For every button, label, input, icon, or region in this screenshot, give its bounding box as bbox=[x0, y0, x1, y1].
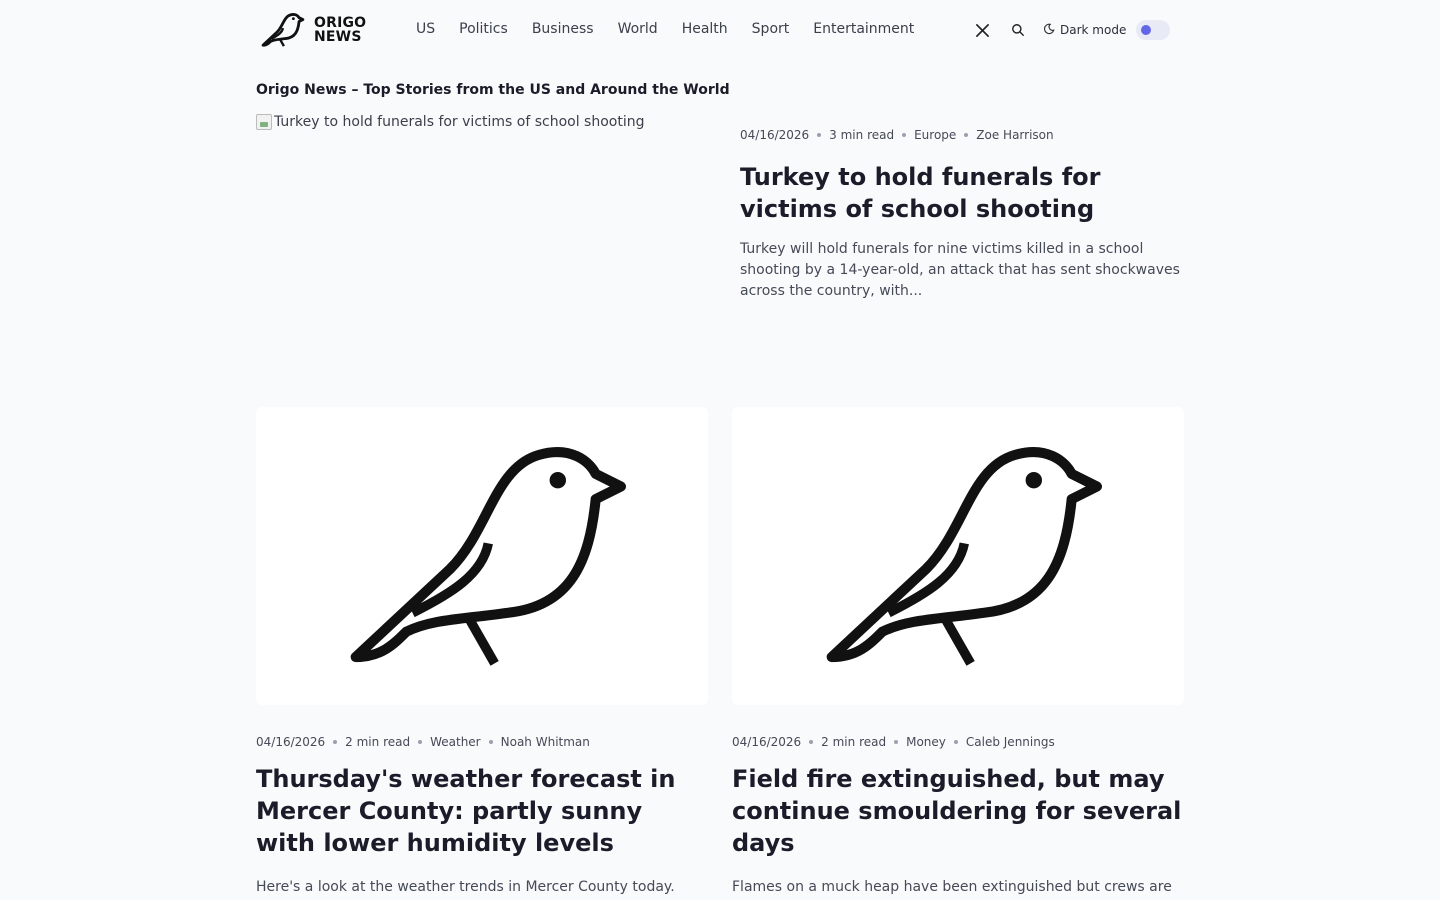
read-time: 2 min read bbox=[345, 735, 411, 749]
article-headline[interactable]: Field fire extinguished, but may continu… bbox=[732, 763, 1184, 859]
featured-image[interactable]: Turkey to hold funerals for victims of s… bbox=[256, 114, 708, 364]
main-nav: US Politics Business World Health Sport … bbox=[416, 21, 914, 37]
meta-separator bbox=[333, 740, 338, 744]
site-logo[interactable]: ORIGO NEWS bbox=[258, 12, 366, 48]
nav-item-health[interactable]: Health bbox=[682, 21, 728, 37]
author-link[interactable]: Caleb Jennings bbox=[966, 735, 1055, 749]
article-meta: 04/16/2026 3 min read Europe Zoe Harriso… bbox=[740, 128, 1184, 142]
category-link[interactable]: Money bbox=[906, 735, 946, 749]
article-meta: 04/16/2026 2 min read Weather Noah Whitm… bbox=[256, 735, 708, 749]
featured-excerpt: Turkey will hold funerals for nine victi… bbox=[740, 241, 1180, 299]
category-link[interactable]: Weather bbox=[430, 735, 481, 749]
meta-separator bbox=[953, 740, 958, 744]
featured-article: Turkey to hold funerals for victims of s… bbox=[256, 114, 1184, 399]
featured-image-alt: Turkey to hold funerals for victims of s… bbox=[274, 114, 645, 130]
moon-icon bbox=[1042, 22, 1056, 39]
article-excerpt: Flames on a muck heap have been extingui… bbox=[732, 879, 1172, 895]
article-headline[interactable]: Thursday's weather forecast in Mercer Co… bbox=[256, 763, 708, 859]
nav-item-entertainment[interactable]: Entertainment bbox=[813, 21, 914, 37]
read-time: 3 min read bbox=[829, 128, 895, 142]
x-twitter-icon[interactable] bbox=[972, 20, 992, 40]
nav-item-politics[interactable]: Politics bbox=[459, 21, 508, 37]
bird-logo-icon bbox=[261, 13, 305, 47]
bird-placeholder-icon bbox=[350, 447, 627, 666]
article-image[interactable] bbox=[256, 407, 708, 705]
nav-item-us[interactable]: US bbox=[416, 21, 435, 37]
meta-separator bbox=[418, 740, 423, 744]
article-image[interactable] bbox=[732, 407, 1184, 705]
article-date: 04/16/2026 bbox=[732, 735, 802, 749]
article-date: 04/16/2026 bbox=[740, 128, 810, 142]
meta-separator bbox=[894, 740, 899, 744]
meta-separator bbox=[964, 133, 969, 137]
read-time: 2 min read bbox=[821, 735, 887, 749]
dark-mode-toggle[interactable] bbox=[1136, 20, 1171, 40]
nav-item-world[interactable]: World bbox=[618, 21, 658, 37]
nav-item-business[interactable]: Business bbox=[532, 21, 594, 37]
header-actions: Dark mode bbox=[972, 20, 1171, 40]
page-title: Origo News – Top Stories from the US and… bbox=[256, 82, 730, 98]
meta-separator bbox=[817, 133, 822, 137]
logo-line2: NEWS bbox=[314, 29, 362, 45]
article-card: 04/16/2026 2 min read Weather Noah Whitm… bbox=[256, 407, 708, 900]
meta-separator bbox=[902, 133, 907, 137]
dark-mode-control: Dark mode bbox=[1042, 20, 1171, 40]
category-link[interactable]: Europe bbox=[914, 128, 956, 142]
meta-separator bbox=[809, 740, 814, 744]
broken-image-icon bbox=[256, 114, 272, 130]
dark-mode-label: Dark mode bbox=[1060, 23, 1127, 37]
article-excerpt: Here's a look at the weather trends in M… bbox=[256, 879, 675, 895]
article-meta: 04/16/2026 2 min read Money Caleb Jennin… bbox=[732, 735, 1184, 749]
nav-item-sport[interactable]: Sport bbox=[752, 21, 790, 37]
bird-placeholder-icon bbox=[826, 447, 1102, 666]
author-link[interactable]: Noah Whitman bbox=[501, 735, 590, 749]
author-link[interactable]: Zoe Harrison bbox=[976, 128, 1053, 142]
site-header: ORIGO NEWS US Politics Business World He… bbox=[256, 0, 1184, 62]
article-date: 04/16/2026 bbox=[256, 735, 326, 749]
meta-separator bbox=[488, 740, 493, 744]
featured-body: 04/16/2026 3 min read Europe Zoe Harriso… bbox=[740, 128, 1184, 302]
logo-wordmark: ORIGO NEWS bbox=[314, 16, 366, 44]
toggle-knob bbox=[1141, 25, 1152, 35]
featured-headline[interactable]: Turkey to hold funerals for victims of s… bbox=[740, 161, 1184, 225]
article-grid: 04/16/2026 2 min read Weather Noah Whitm… bbox=[256, 407, 1184, 900]
article-card: 04/16/2026 2 min read Money Caleb Jennin… bbox=[732, 407, 1184, 900]
search-icon[interactable] bbox=[1008, 20, 1028, 40]
logo-line1: ORIGO bbox=[314, 15, 367, 31]
